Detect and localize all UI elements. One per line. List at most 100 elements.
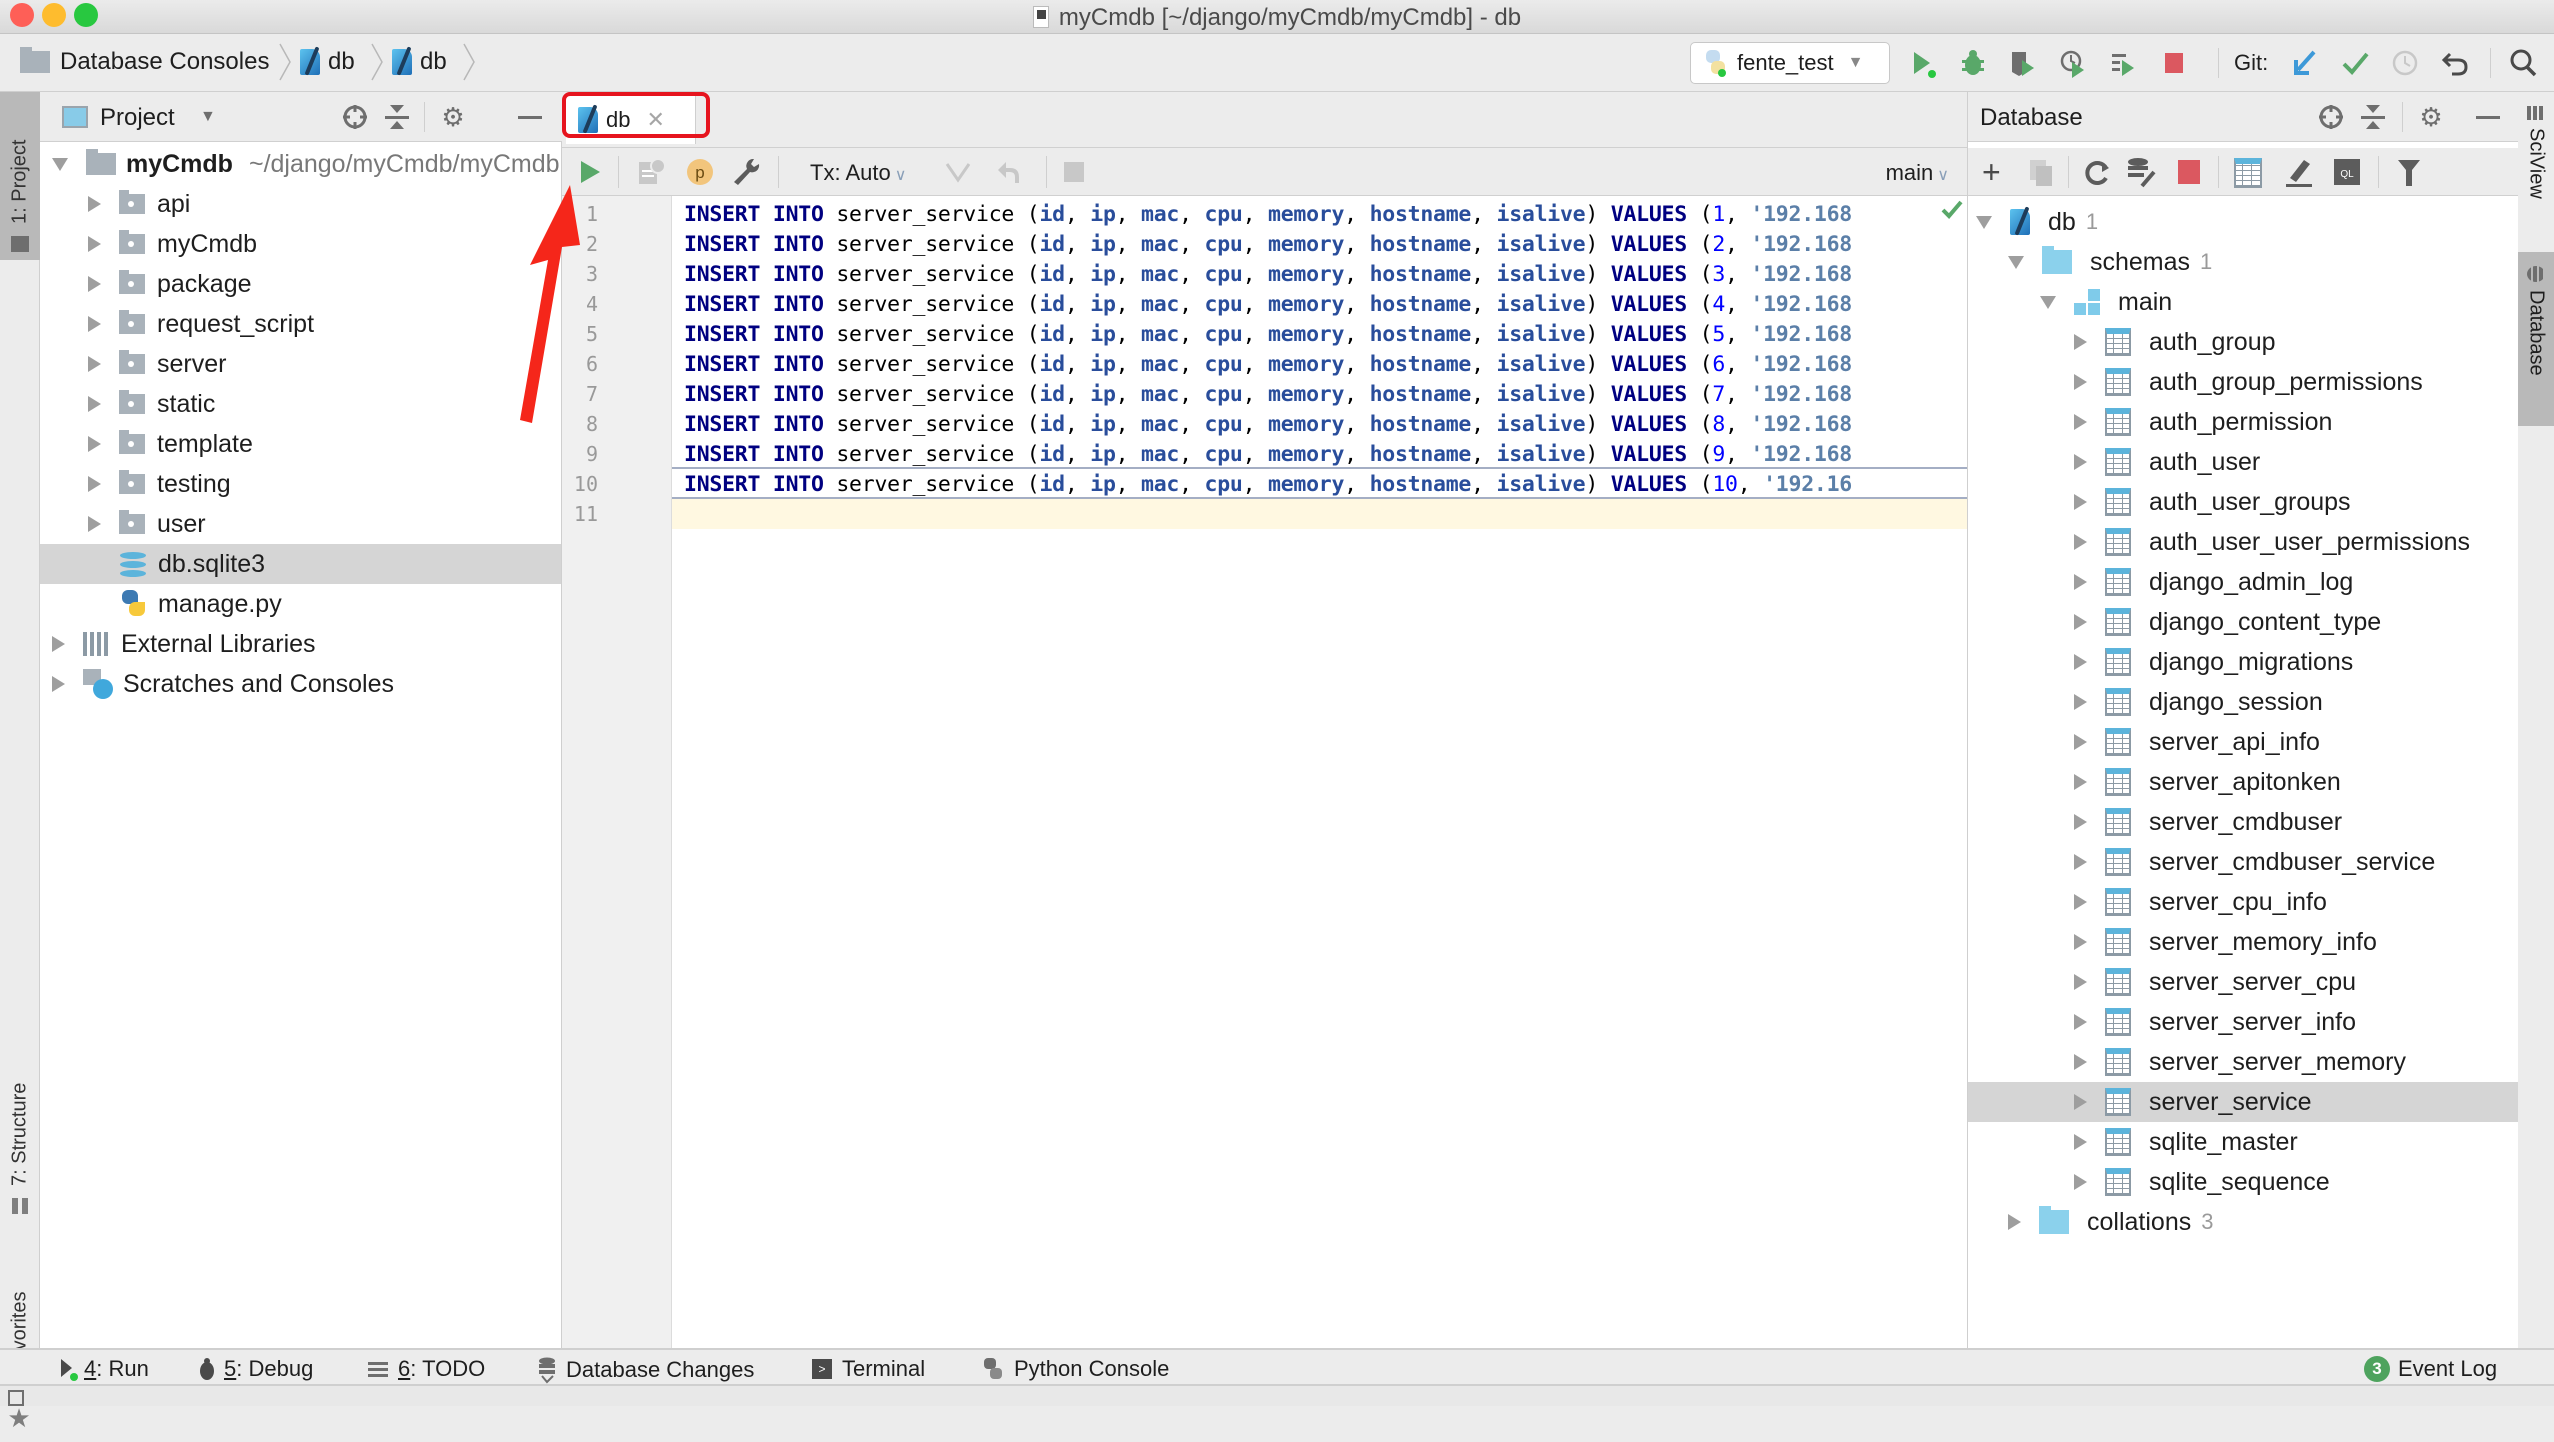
expand-arrow-icon[interactable] bbox=[2074, 1134, 2087, 1150]
expand-arrow-icon[interactable] bbox=[88, 396, 101, 412]
tool-button-run[interactable]: 4: Run bbox=[58, 1356, 149, 1382]
tool-button-terminal[interactable]: > Terminal bbox=[812, 1356, 925, 1382]
tree-folder-package[interactable]: package bbox=[40, 264, 561, 304]
expand-arrow-icon[interactable] bbox=[88, 476, 101, 492]
expand-arrow-icon[interactable] bbox=[2074, 614, 2087, 630]
expand-arrow-icon[interactable] bbox=[1976, 215, 1992, 229]
expand-arrow-icon[interactable] bbox=[2074, 894, 2087, 910]
tree-table-auth-permission[interactable]: auth_permission bbox=[1968, 402, 2518, 442]
tree-table-django-session[interactable]: django_session bbox=[1968, 682, 2518, 722]
table-editor-icon[interactable] bbox=[2234, 158, 2262, 188]
tree-table-django-admin-log[interactable]: django_admin_log bbox=[1968, 562, 2518, 602]
tree-file-manage-py[interactable]: manage.py bbox=[40, 584, 561, 624]
expand-arrow-icon[interactable] bbox=[88, 436, 101, 452]
code-line[interactable]: INSERT INTO server_service (id, ip, mac,… bbox=[684, 232, 1852, 257]
tree-folder-api[interactable]: api bbox=[40, 184, 561, 224]
tool-button-event-log[interactable]: 3 Event Log bbox=[2364, 1356, 2497, 1382]
parameters-icon[interactable]: p bbox=[686, 158, 714, 186]
expand-arrow-icon[interactable] bbox=[88, 316, 101, 332]
tree-collations-folder[interactable]: collations 3 bbox=[1968, 1202, 2518, 1242]
code-line[interactable]: INSERT INTO server_service (id, ip, mac,… bbox=[684, 322, 1852, 347]
expand-arrow-icon[interactable] bbox=[2074, 1014, 2087, 1030]
tool-tab-database[interactable]: Database bbox=[2518, 252, 2554, 426]
expand-arrow-icon[interactable] bbox=[2008, 1214, 2021, 1230]
expand-arrow-icon[interactable] bbox=[52, 676, 65, 692]
hide-panel-icon[interactable] bbox=[518, 116, 542, 119]
expand-arrow-icon[interactable] bbox=[2074, 494, 2087, 510]
tree-folder-request_script[interactable]: request_script bbox=[40, 304, 561, 344]
transaction-mode-selector[interactable]: Tx: Auto ∨ bbox=[810, 160, 906, 186]
inspection-ok-icon[interactable] bbox=[1940, 198, 1964, 222]
tree-folder-user[interactable]: user bbox=[40, 504, 561, 544]
cancel-statement-icon[interactable] bbox=[1064, 162, 1084, 182]
settings-wrench-icon[interactable] bbox=[730, 156, 762, 188]
expand-arrow-icon[interactable] bbox=[2074, 654, 2087, 670]
git-update-icon[interactable] bbox=[2290, 46, 2320, 80]
code-line[interactable]: INSERT INTO server_service (id, ip, mac,… bbox=[684, 202, 1852, 227]
git-rollback-icon[interactable] bbox=[2440, 46, 2470, 80]
data-source-properties-icon[interactable] bbox=[2126, 156, 2158, 190]
expand-arrow-icon[interactable] bbox=[2074, 734, 2087, 750]
tree-table-server-server-info[interactable]: server_server_info bbox=[1968, 1002, 2518, 1042]
tool-button-database-changes[interactable]: Database Changes bbox=[536, 1356, 754, 1384]
tree-table-auth-user[interactable]: auth_user bbox=[1968, 442, 2518, 482]
collapse-all-icon[interactable] bbox=[382, 102, 412, 132]
execute-icon[interactable] bbox=[576, 158, 604, 186]
code-line[interactable]: INSERT INTO server_service (id, ip, mac,… bbox=[684, 412, 1852, 437]
tree-table-auth-user-groups[interactable]: auth_user_groups bbox=[1968, 482, 2518, 522]
tree-table-auth-group[interactable]: auth_group bbox=[1968, 322, 2518, 362]
expand-arrow-icon[interactable] bbox=[2074, 974, 2087, 990]
tool-button-debug[interactable]: 5: Debug bbox=[196, 1356, 313, 1382]
tree-folder-static[interactable]: static bbox=[40, 384, 561, 424]
jump-to-console-icon[interactable]: QL bbox=[2332, 156, 2362, 188]
tree-table-auth-user-user-permissions[interactable]: auth_user_user_permissions bbox=[1968, 522, 2518, 562]
breadcrumb-db-2[interactable]: db bbox=[392, 48, 447, 76]
expand-arrow-icon[interactable] bbox=[2074, 334, 2087, 350]
tree-table-server-api-info[interactable]: server_api_info bbox=[1968, 722, 2518, 762]
tree-table-server-server-cpu[interactable]: server_server_cpu bbox=[1968, 962, 2518, 1002]
tree-table-server-server-memory[interactable]: server_server_memory bbox=[1968, 1042, 2518, 1082]
git-commit-icon[interactable] bbox=[2340, 46, 2370, 80]
disconnect-icon[interactable] bbox=[2178, 160, 2200, 184]
expand-arrow-icon[interactable] bbox=[2074, 454, 2087, 470]
tree-external-libraries[interactable]: External Libraries bbox=[40, 624, 561, 664]
expand-arrow-icon[interactable] bbox=[2074, 814, 2087, 830]
run-to-cursor-icon[interactable] bbox=[2108, 46, 2138, 80]
browse-history-icon[interactable] bbox=[636, 156, 668, 188]
expand-arrow-icon[interactable] bbox=[88, 236, 101, 252]
collapse-all-icon[interactable] bbox=[2358, 102, 2388, 132]
tree-table-server-memory-info[interactable]: server_memory_info bbox=[1968, 922, 2518, 962]
commit-icon[interactable] bbox=[944, 160, 972, 184]
rollback-icon[interactable] bbox=[994, 158, 1022, 186]
debug-icon[interactable] bbox=[1958, 46, 1988, 80]
expand-arrow-icon[interactable] bbox=[2074, 694, 2087, 710]
schema-selector[interactable]: main ∨ bbox=[1886, 160, 1949, 186]
breadcrumb-db-1[interactable]: db bbox=[300, 48, 355, 76]
dropdown-arrow-icon[interactable]: ▼ bbox=[200, 108, 216, 126]
expand-arrow-icon[interactable] bbox=[2074, 854, 2087, 870]
gear-icon[interactable]: ⚙ bbox=[2416, 102, 2446, 132]
tree-file-db-sqlite3[interactable]: db.sqlite3 bbox=[40, 544, 561, 584]
tree-table-auth-group-permissions[interactable]: auth_group_permissions bbox=[1968, 362, 2518, 402]
breadcrumb-database-consoles[interactable]: Database Consoles bbox=[20, 47, 269, 76]
profile-icon[interactable] bbox=[2058, 46, 2088, 80]
tree-table-sqlite-sequence[interactable]: sqlite_sequence bbox=[1968, 1162, 2518, 1202]
tree-schemas-folder[interactable]: schemas 1 bbox=[1968, 242, 2518, 282]
expand-arrow-icon[interactable] bbox=[2074, 414, 2087, 430]
tool-button-python-console[interactable]: Python Console bbox=[982, 1356, 1169, 1382]
expand-arrow-icon[interactable] bbox=[2074, 1174, 2087, 1190]
tree-folder-testing[interactable]: testing bbox=[40, 464, 561, 504]
expand-arrow-icon[interactable] bbox=[88, 356, 101, 372]
code-line[interactable]: INSERT INTO server_service (id, ip, mac,… bbox=[684, 352, 1852, 377]
expand-arrow-icon[interactable] bbox=[2074, 374, 2087, 390]
locate-icon[interactable] bbox=[2316, 102, 2346, 132]
tree-folder-myCmdb[interactable]: myCmdb bbox=[40, 224, 561, 264]
tree-schema-main[interactable]: main bbox=[1968, 282, 2518, 322]
tree-table-server-apitonken[interactable]: server_apitonken bbox=[1968, 762, 2518, 802]
run-icon[interactable] bbox=[1908, 46, 1938, 80]
tree-table-server-cmdbuser[interactable]: server_cmdbuser bbox=[1968, 802, 2518, 842]
expand-arrow-icon[interactable] bbox=[52, 157, 68, 171]
expand-arrow-icon[interactable] bbox=[88, 276, 101, 292]
tree-root-mycmdb[interactable]: myCmdb ~/django/myCmdb/myCmdb bbox=[40, 144, 561, 184]
tree-table-server-cmdbuser-service[interactable]: server_cmdbuser_service bbox=[1968, 842, 2518, 882]
